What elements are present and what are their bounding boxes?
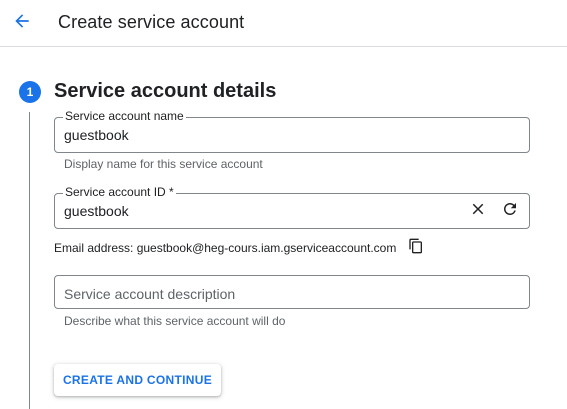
clear-id-button[interactable]: [468, 201, 488, 221]
service-account-id-field[interactable]: Service account ID * guestbook: [54, 185, 530, 229]
step-title: Service account details: [54, 80, 277, 102]
copy-email-button[interactable]: [407, 238, 425, 259]
regenerate-id-button[interactable]: [500, 201, 520, 221]
service-account-id-label: Service account ID *: [63, 185, 176, 199]
create-and-continue-button[interactable]: CREATE AND CONTINUE: [54, 364, 221, 396]
service-account-name-field[interactable]: Service account name guestbook: [54, 109, 530, 153]
arrow-back-icon: [12, 11, 32, 36]
close-icon: [469, 200, 487, 223]
back-button[interactable]: [9, 10, 35, 36]
service-account-description-helper: Describe what this service account will …: [64, 314, 286, 328]
copy-icon: [408, 238, 424, 259]
page-title: Create service account: [58, 12, 245, 32]
service-account-id-value[interactable]: guestbook: [64, 203, 129, 219]
service-account-name-label: Service account name: [63, 109, 186, 123]
email-address-text: Email address: guestbook@heg-cours.iam.g…: [54, 241, 397, 255]
refresh-icon: [501, 200, 519, 223]
service-account-description-field[interactable]: Service account description: [54, 275, 530, 309]
service-account-description-placeholder[interactable]: Service account description: [64, 286, 235, 302]
step-number-badge: 1: [19, 81, 41, 103]
step-connector-line: [29, 112, 30, 409]
page-header: Create service account: [0, 0, 567, 47]
service-account-name-value[interactable]: guestbook: [64, 127, 129, 143]
service-account-name-helper: Display name for this service account: [64, 157, 263, 171]
